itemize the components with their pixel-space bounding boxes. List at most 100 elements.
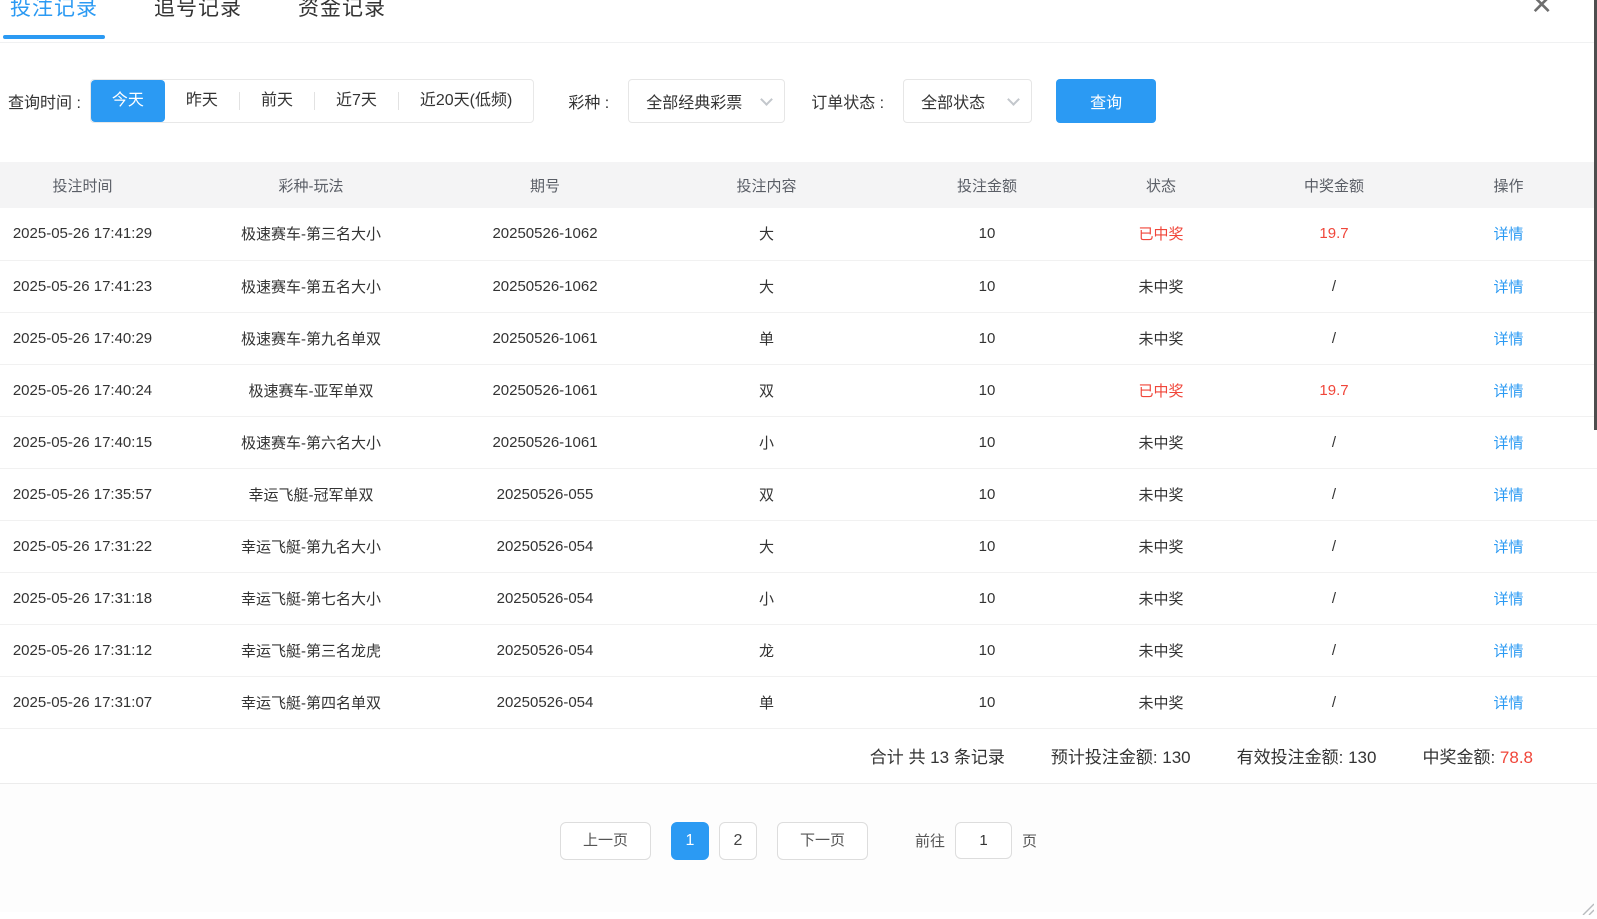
- chevron-down-icon: [760, 93, 773, 106]
- summary-prize: 中奖金额: 78.8: [1422, 743, 1533, 768]
- goto-page: 前往 页: [915, 822, 1037, 860]
- status-text: 未中奖: [1074, 260, 1248, 312]
- detail-link[interactable]: 详情: [1493, 331, 1523, 348]
- detail-link[interactable]: 详情: [1493, 643, 1523, 660]
- prize-amount: /: [1248, 312, 1420, 364]
- prize-amount: /: [1248, 260, 1420, 312]
- prize-amount: 19.7: [1248, 364, 1420, 416]
- table-row: 2025-05-26 17:31:07幸运飞艇-第四名单双20250526-05…: [0, 676, 1597, 728]
- detail-link[interactable]: 详情: [1493, 539, 1523, 556]
- tabs-bar: 投注记录 追号记录 资金记录 ✕: [0, 0, 1597, 43]
- lottery-select-value: 全部经典彩票: [646, 89, 742, 113]
- issue-number: 20250526-054: [457, 624, 633, 676]
- summary-prize-value: 78.8: [1500, 748, 1533, 767]
- time-option[interactable]: 前天: [240, 80, 314, 122]
- bet-time: 2025-05-26 17:41:23: [0, 260, 165, 312]
- time-option[interactable]: 昨天: [165, 80, 239, 122]
- game-play: 极速赛车-亚军单双: [165, 364, 457, 416]
- search-button[interactable]: 查询: [1056, 79, 1156, 123]
- tab[interactable]: 投注记录: [10, 0, 98, 23]
- detail-link[interactable]: 详情: [1493, 279, 1523, 296]
- bet-amount: 10: [900, 364, 1074, 416]
- issue-number: 20250526-054: [457, 572, 633, 624]
- prize-amount: /: [1248, 468, 1420, 520]
- bet-time: 2025-05-26 17:40:29: [0, 312, 165, 364]
- prize-amount: /: [1248, 572, 1420, 624]
- issue-number: 20250526-055: [457, 468, 633, 520]
- table-row: 2025-05-26 17:40:24极速赛车-亚军单双20250526-106…: [0, 364, 1597, 416]
- records-table: 投注时间彩种-玩法期号投注内容投注金额状态中奖金额操作 2025-05-26 1…: [0, 162, 1597, 729]
- detail-link[interactable]: 详情: [1493, 226, 1523, 243]
- bet-content: 双: [633, 364, 900, 416]
- column-header: 投注金额: [900, 162, 1074, 208]
- summary-expected-amount: 预计投注金额: 130: [1051, 743, 1191, 768]
- detail-link[interactable]: 详情: [1493, 383, 1523, 400]
- table-row: 2025-05-26 17:41:29极速赛车-第三名大小20250526-10…: [0, 208, 1597, 260]
- bet-content: 小: [633, 572, 900, 624]
- summary-valid-amount: 有效投注金额: 130: [1237, 743, 1377, 768]
- action-cell: 详情: [1420, 416, 1597, 468]
- table-row: 2025-05-26 17:35:57幸运飞艇-冠军单双20250526-055…: [0, 468, 1597, 520]
- bet-amount: 10: [900, 676, 1074, 728]
- game-play: 极速赛车-第九名单双: [165, 312, 457, 364]
- order-status-value: 全部状态: [921, 89, 985, 113]
- bet-content: 大: [633, 208, 900, 260]
- column-header: 投注内容: [633, 162, 900, 208]
- close-icon[interactable]: ✕: [1530, 0, 1553, 19]
- tab[interactable]: 资金记录: [298, 0, 386, 23]
- game-play: 极速赛车-第五名大小: [165, 260, 457, 312]
- bet-time: 2025-05-26 17:40:15: [0, 416, 165, 468]
- goto-suffix: 页: [1022, 830, 1037, 851]
- game-play: 幸运飞艇-第九名大小: [165, 520, 457, 572]
- prize-amount: /: [1248, 676, 1420, 728]
- filter-row: 查询时间 : 今天昨天前天近7天近20天(低频) 彩种 : 全部经典彩票 订单状…: [8, 79, 1597, 123]
- column-header: 中奖金额: [1248, 162, 1420, 208]
- table-row: 2025-05-26 17:31:12幸运飞艇-第三名龙虎20250526-05…: [0, 624, 1597, 676]
- bet-time: 2025-05-26 17:40:24: [0, 364, 165, 416]
- betting-records-panel: 投注记录 追号记录 资金记录 ✕ 查询时间 : 今天昨天前天近7天近20天(低频) …: [0, 0, 1597, 919]
- time-option[interactable]: 近20天(低频): [399, 80, 533, 122]
- prize-amount: /: [1248, 520, 1420, 572]
- column-header: 彩种-玩法: [165, 162, 457, 208]
- page-number-button[interactable]: 2: [719, 822, 757, 860]
- lottery-select[interactable]: 全部经典彩票: [628, 79, 785, 123]
- time-filter-label: 查询时间 :: [8, 89, 81, 113]
- bet-time: 2025-05-26 17:31:22: [0, 520, 165, 572]
- pagination-area: 上一页 12 下一页 前往 页: [0, 784, 1597, 912]
- action-cell: 详情: [1420, 312, 1597, 364]
- action-cell: 详情: [1420, 364, 1597, 416]
- game-play: 幸运飞艇-第三名龙虎: [165, 624, 457, 676]
- table-header-row: 投注时间彩种-玩法期号投注内容投注金额状态中奖金额操作: [0, 162, 1597, 208]
- issue-number: 20250526-1061: [457, 416, 633, 468]
- summary-total: 合计 共 13 条记录: [870, 743, 1005, 768]
- status-text: 未中奖: [1074, 676, 1248, 728]
- column-header: 操作: [1420, 162, 1597, 208]
- tab[interactable]: 追号记录: [154, 0, 242, 23]
- resize-grip-icon: [1580, 901, 1594, 915]
- issue-number: 20250526-054: [457, 676, 633, 728]
- prev-page-button[interactable]: 上一页: [560, 822, 651, 860]
- time-option[interactable]: 今天: [91, 80, 165, 122]
- status-text: 未中奖: [1074, 416, 1248, 468]
- issue-number: 20250526-1061: [457, 312, 633, 364]
- time-option[interactable]: 近7天: [315, 80, 398, 122]
- detail-link[interactable]: 详情: [1493, 695, 1523, 712]
- table-row: 2025-05-26 17:31:22幸运飞艇-第九名大小20250526-05…: [0, 520, 1597, 572]
- page-number-button[interactable]: 1: [671, 822, 709, 860]
- order-status-select[interactable]: 全部状态: [903, 79, 1032, 123]
- column-header: 投注时间: [0, 162, 165, 208]
- prize-amount: 19.7: [1248, 208, 1420, 260]
- detail-link[interactable]: 详情: [1493, 435, 1523, 452]
- goto-page-input[interactable]: [955, 822, 1012, 859]
- table-row: 2025-05-26 17:40:29极速赛车-第九名单双20250526-10…: [0, 312, 1597, 364]
- detail-link[interactable]: 详情: [1493, 487, 1523, 504]
- bet-content: 单: [633, 676, 900, 728]
- status-text: 未中奖: [1074, 572, 1248, 624]
- table-body: 2025-05-26 17:41:29极速赛车-第三名大小20250526-10…: [0, 208, 1597, 728]
- pagination: 上一页 12 下一页 前往 页: [560, 822, 1037, 912]
- prize-amount: /: [1248, 416, 1420, 468]
- game-play: 极速赛车-第六名大小: [165, 416, 457, 468]
- next-page-button[interactable]: 下一页: [777, 822, 868, 860]
- table-row: 2025-05-26 17:31:18幸运飞艇-第七名大小20250526-05…: [0, 572, 1597, 624]
- detail-link[interactable]: 详情: [1493, 591, 1523, 608]
